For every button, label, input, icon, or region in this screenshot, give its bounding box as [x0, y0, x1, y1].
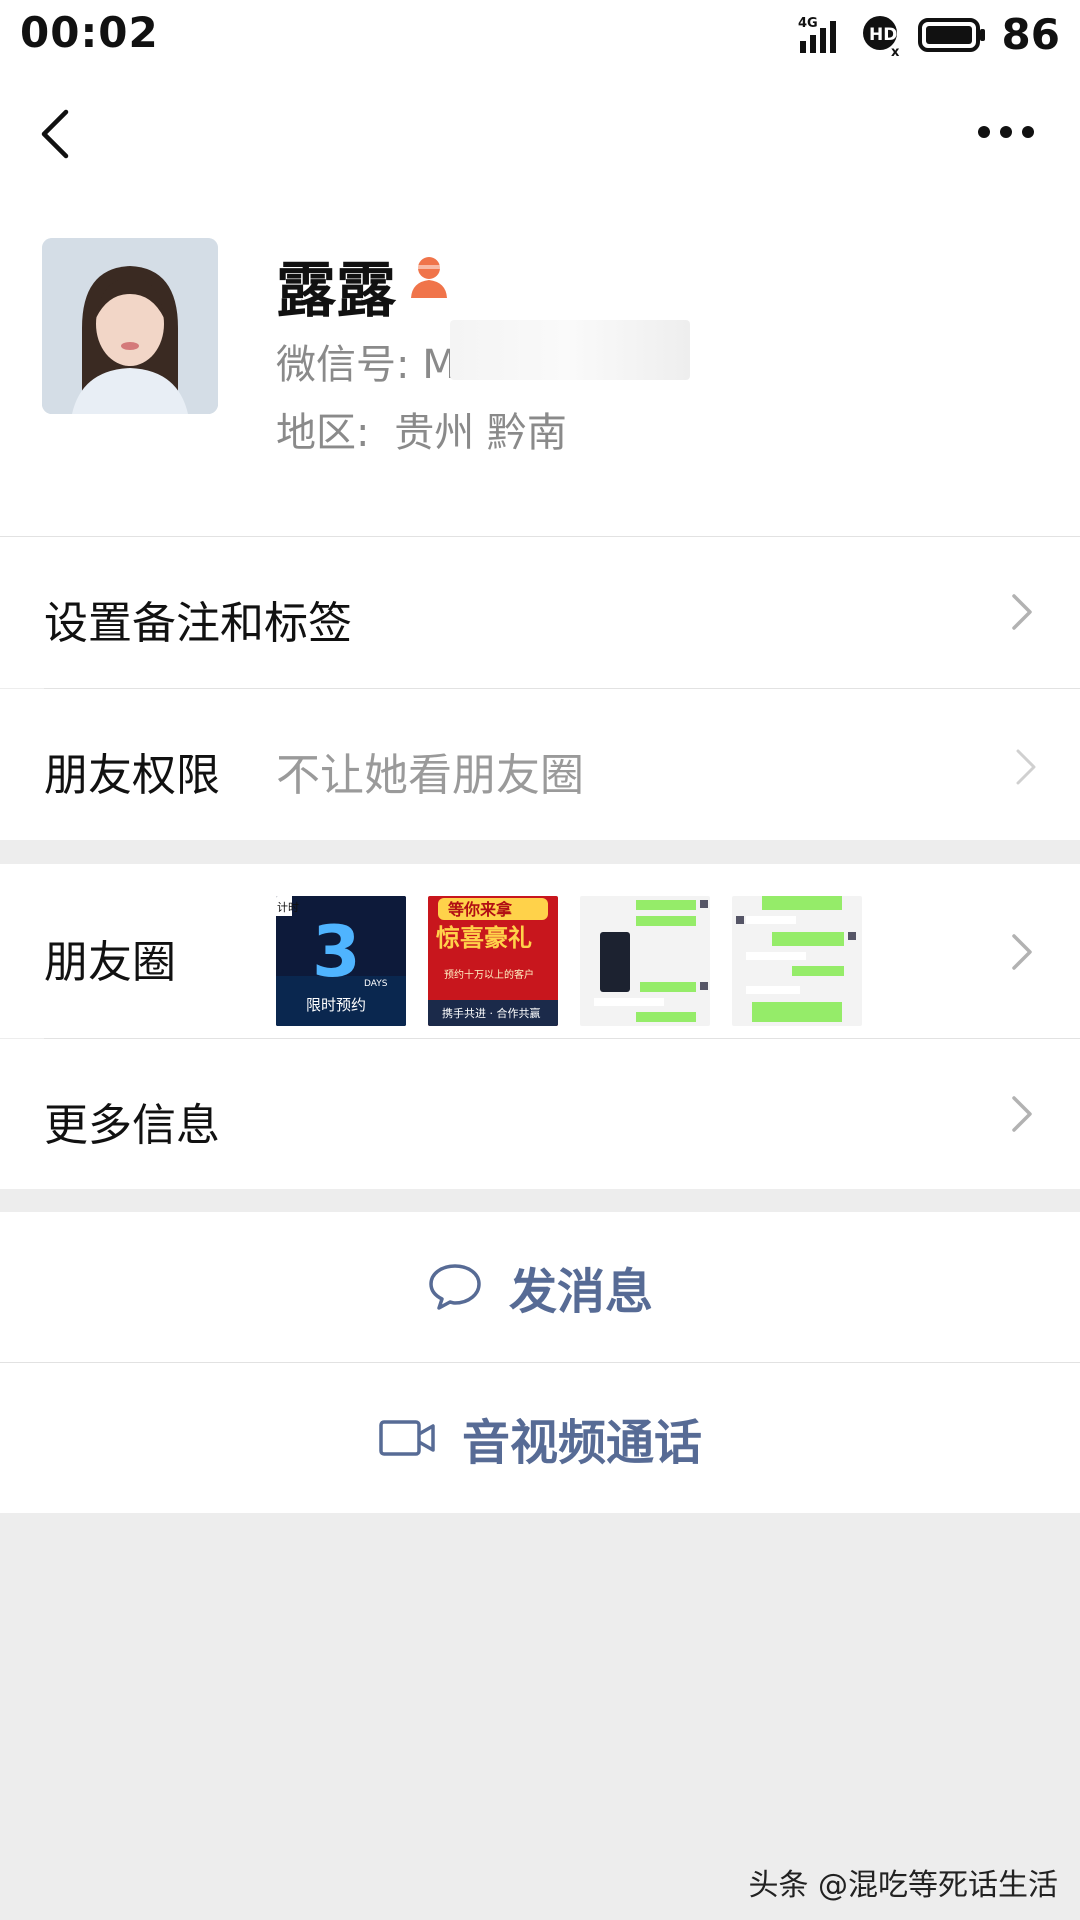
hd-label: HD: [869, 25, 897, 45]
battery-level: 86: [1001, 10, 1060, 59]
status-bar: 00:02 4G HD x 86: [0, 0, 1080, 70]
send-message-button[interactable]: 发消息: [0, 1212, 1080, 1362]
moment-thumb-4[interactable]: [732, 896, 862, 1026]
moment-thumb-2[interactable]: 等你来拿 惊喜豪礼 预约十万以上的客户 携手共进 · 合作共赢: [428, 896, 558, 1026]
video-camera-icon: [379, 1420, 435, 1456]
moment-thumb-2-title1: 等你来拿: [447, 900, 513, 919]
chevron-right-icon: [1012, 594, 1032, 630]
chevron-left-icon[interactable]: [36, 106, 76, 162]
row-permission-label: 朋友权限: [44, 750, 220, 801]
moment-thumb-1-number: 3: [312, 911, 361, 993]
wechat-id-redaction: [450, 320, 690, 380]
moment-thumb-2-line1: 预约十万以上的客户: [444, 968, 534, 981]
moment-thumb-1-badge: 计时: [277, 901, 299, 914]
row-remark-tags[interactable]: 设置备注和标签: [0, 537, 1080, 688]
chevron-right-icon: [1012, 934, 1032, 970]
moment-thumb-1-caption: 限时预约: [306, 996, 366, 1014]
contact-name: 露露: [276, 256, 396, 326]
status-time: 00:02: [20, 8, 159, 57]
avatar[interactable]: [42, 238, 218, 414]
avatar-image: [42, 238, 218, 414]
row-more-info[interactable]: 更多信息: [0, 1039, 1080, 1189]
video-call-button[interactable]: 音视频通话: [0, 1363, 1080, 1513]
more-dots-icon[interactable]: [976, 122, 1036, 142]
svg-text:x: x: [891, 45, 900, 57]
moment-thumb-1-days: DAYS: [364, 979, 388, 989]
region-label: 地区:: [276, 410, 370, 456]
battery-icon: [917, 17, 985, 52]
moment-thumb-3[interactable]: [580, 896, 710, 1026]
chevron-right-icon: [1016, 749, 1036, 785]
row-moments-label: 朋友圈: [44, 937, 176, 988]
region-value: 贵州 黔南: [394, 410, 567, 456]
wechat-id: 微信号: M: [276, 342, 457, 388]
moment-thumb-1[interactable]: 计时 3 DAYS 限时预约: [276, 896, 406, 1026]
row-more-info-label: 更多信息: [44, 1100, 220, 1151]
profile-header: 露露 微信号: M 地区: 贵州 黔南: [0, 190, 1080, 536]
chevron-right-icon: [1012, 1096, 1032, 1132]
watermark: 头条 @混吃等死话生活: [748, 1868, 1058, 1903]
chat-bubble-icon: [429, 1264, 481, 1310]
send-message-label: 发消息: [508, 1264, 653, 1320]
female-icon: [411, 257, 447, 298]
nav-bar: [0, 70, 1080, 190]
row-remark-label: 设置备注和标签: [44, 598, 352, 649]
region: 地区: 贵州 黔南: [276, 400, 567, 458]
moment-thumb-2-title2: 惊喜豪礼: [436, 924, 532, 952]
video-call-label: 音视频通话: [461, 1415, 702, 1471]
row-moments[interactable]: 朋友圈 计时 3 DAYS 限时预约 等你来拿 惊喜豪礼 预约十万以上的客户 携…: [0, 864, 1080, 1038]
row-friend-permission[interactable]: 朋友权限 不让她看朋友圈: [0, 689, 1080, 840]
row-permission-value: 不让她看朋友圈: [276, 750, 584, 801]
moment-thumb-2-line2: 携手共进 · 合作共赢: [442, 1006, 541, 1020]
hd-icon: HD x: [862, 15, 900, 57]
signal-icon: 4G: [798, 16, 836, 53]
network-label: 4G: [798, 16, 818, 31]
status-icons: 4G HD x 86: [796, 10, 1060, 59]
